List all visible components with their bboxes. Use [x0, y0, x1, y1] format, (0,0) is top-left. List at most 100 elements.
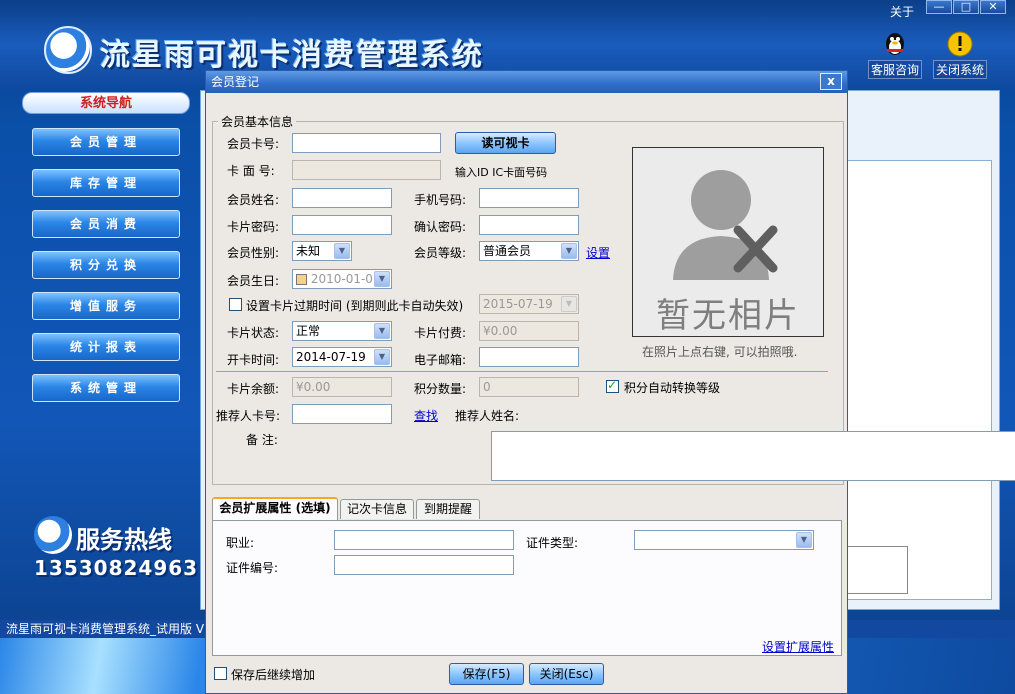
points-input[interactable]: 0 — [479, 377, 579, 397]
calendar-checkbox-icon[interactable] — [296, 274, 307, 285]
divider — [216, 371, 828, 372]
referrer-input[interactable] — [292, 404, 392, 424]
card-no-label: 会员卡号: — [227, 137, 280, 151]
app-title: 流星雨可视卡消费管理系统 — [100, 38, 484, 73]
password-label: 卡片密码: — [227, 220, 280, 234]
continue-after-save-label: 保存后继续增加 — [231, 668, 316, 682]
read-card-button[interactable]: 读可视卡 — [455, 132, 556, 154]
level-select-value: 普通会员 — [483, 244, 532, 258]
phone-label: 手机号码: — [414, 193, 467, 207]
penguin-icon[interactable] — [878, 30, 912, 58]
card-face-label: 卡 面 号: — [227, 164, 275, 178]
balance-input[interactable]: ¥0.00 — [292, 377, 392, 397]
background-box — [846, 546, 908, 594]
about-link[interactable]: 关于 — [890, 3, 914, 20]
card-face-hint: 输入ID IC卡面号码 — [455, 166, 548, 179]
app-logo-icon — [44, 26, 92, 74]
chevron-down-icon[interactable]: ▼ — [374, 323, 390, 339]
level-select[interactable]: 普通会员 ▼ — [479, 241, 579, 261]
sidebar-item-points-exchange[interactable]: 积分兑换 — [32, 251, 180, 279]
referrer-label: 推荐人卡号: — [216, 409, 281, 423]
card-face-input[interactable] — [292, 160, 441, 180]
dialog-title: 会员登记 — [211, 75, 260, 89]
gender-label: 会员性别: — [227, 246, 280, 260]
open-time-picker[interactable]: 2014-07-19 ▼ — [292, 347, 392, 367]
phone-input[interactable] — [479, 188, 579, 208]
window-close-button[interactable]: ✕ — [980, 0, 1006, 14]
expire-date-picker[interactable]: 2015-07-19 ▼ — [479, 294, 579, 314]
main-content-area — [846, 160, 992, 600]
card-fee-label: 卡片付费: — [414, 326, 467, 340]
card-status-select[interactable]: 正常 ▼ — [292, 321, 392, 341]
birthday-value: 2010-01-01 — [310, 272, 381, 286]
user-avatar-icon — [673, 170, 778, 280]
email-input[interactable] — [479, 347, 579, 367]
chevron-down-icon: ▼ — [561, 296, 577, 312]
chevron-down-icon[interactable]: ▼ — [334, 243, 350, 259]
continue-after-save-checkbox[interactable] — [214, 667, 227, 680]
card-fee-input[interactable]: ¥0.00 — [479, 321, 579, 341]
birthday-picker[interactable]: 2010-01-01 ▼ — [292, 269, 392, 289]
member-photo[interactable]: 暂无相片 — [632, 147, 824, 337]
id-type-label: 证件类型: — [526, 536, 579, 550]
hotline-label: 服务热线 — [76, 526, 172, 554]
card-no-input[interactable] — [292, 133, 441, 153]
hotline-number: 13530824963 — [34, 556, 199, 580]
chevron-down-icon[interactable]: ▼ — [796, 532, 812, 548]
open-time-label: 开卡时间: — [227, 353, 280, 367]
confirm-password-input[interactable] — [479, 215, 579, 235]
photo-placeholder-text: 暂无相片 — [656, 296, 800, 336]
tab-count-card[interactable]: 记次卡信息 — [340, 499, 414, 519]
save-button[interactable]: 保存(F5) — [449, 663, 524, 685]
dialog-close-button[interactable]: x — [820, 73, 842, 90]
sidebar-item-reports[interactable]: 统计报表 — [32, 333, 180, 361]
tab-expiry-reminder[interactable]: 到期提醒 — [416, 499, 480, 519]
close-system-button[interactable]: 关闭系统 — [933, 60, 988, 79]
gender-select-value: 未知 — [296, 244, 321, 258]
id-no-input[interactable] — [334, 555, 514, 575]
auto-level-checkbox[interactable] — [606, 378, 619, 393]
photo-hint: 在照片上点右键, 可以拍照哦. — [642, 345, 798, 359]
sidebar-item-member-management[interactable]: 会员管理 — [32, 128, 180, 156]
consult-button[interactable]: 客服咨询 — [868, 60, 923, 79]
maximize-button[interactable]: □ — [953, 0, 979, 14]
sidebar-item-system[interactable]: 系统管理 — [32, 374, 180, 402]
card-status-label: 卡片状态: — [227, 326, 280, 340]
job-label: 职业: — [226, 536, 255, 550]
remark-label: 备 注: — [246, 433, 278, 447]
gender-select[interactable]: 未知 ▼ — [292, 241, 352, 261]
level-settings-link[interactable]: 设置 — [586, 244, 610, 261]
confirm-password-label: 确认密码: — [414, 220, 467, 234]
sidebar-item-inventory[interactable]: 库存管理 — [32, 169, 180, 197]
id-type-select[interactable]: ▼ — [634, 530, 814, 550]
warning-icon[interactable] — [943, 30, 977, 58]
remark-textarea[interactable] — [491, 431, 1015, 481]
tab-extended-attributes[interactable]: 会员扩展属性 (选填) — [212, 497, 338, 521]
ext-settings-link[interactable]: 设置扩展属性 — [762, 638, 834, 655]
chevron-down-icon[interactable]: ▼ — [374, 349, 390, 365]
dialog-titlebar[interactable]: 会员登记 — [206, 71, 847, 93]
email-label: 电子邮箱: — [414, 353, 467, 367]
find-referrer-link[interactable]: 查找 — [414, 407, 438, 424]
level-label: 会员等级: — [414, 246, 467, 260]
auto-level-label: 积分自动转换等级 — [624, 381, 721, 395]
member-register-dialog: 会员登记 x 会员基本信息 会员卡号: 读可视卡 卡 面 号: 输入ID IC卡… — [205, 70, 1015, 694]
password-input[interactable] — [292, 215, 392, 235]
referrer-name-label: 推荐人姓名: — [455, 409, 520, 423]
points-label: 积分数量: — [414, 382, 467, 396]
balance-label: 卡片余额: — [227, 382, 280, 396]
sidebar-item-value-added[interactable]: 增值服务 — [32, 292, 180, 320]
minimize-button[interactable]: — — [926, 0, 952, 14]
card-status-value: 正常 — [296, 324, 321, 338]
name-input[interactable] — [292, 188, 392, 208]
sidebar-item-member-consumption[interactable]: 会员消费 — [32, 210, 180, 238]
expire-checkbox[interactable] — [229, 298, 242, 311]
close-button[interactable]: 关闭(Esc) — [529, 663, 604, 685]
expire-date-value: 2015-07-19 — [483, 297, 553, 311]
chevron-down-icon[interactable]: ▼ — [374, 271, 390, 287]
sidebar-title: 系统导航 — [22, 92, 190, 114]
job-input[interactable] — [334, 530, 514, 550]
chevron-down-icon[interactable]: ▼ — [561, 243, 577, 259]
open-time-value: 2014-07-19 — [296, 350, 366, 364]
name-label: 会员姓名: — [227, 193, 280, 207]
